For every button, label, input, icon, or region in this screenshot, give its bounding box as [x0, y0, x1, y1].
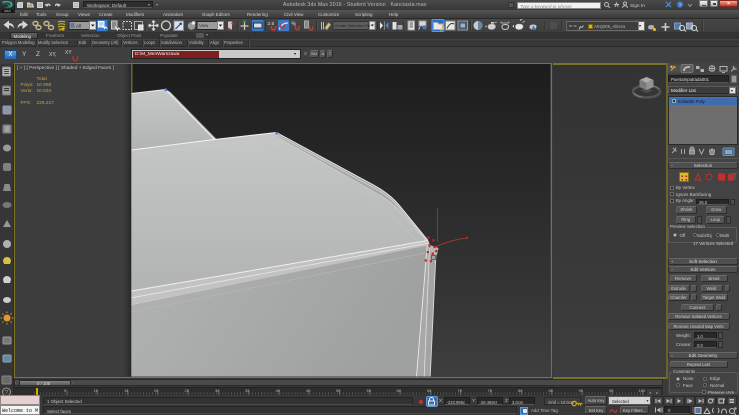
- svg-text:All: All: [76, 24, 81, 29]
- svg-text:View: View: [199, 23, 209, 28]
- svg-text:MAX: MAX: [4, 9, 11, 13]
- svg-text:Sign In: Sign In: [630, 3, 645, 9]
- svg-text:Create Selection Se: Create Selection Se: [335, 23, 371, 28]
